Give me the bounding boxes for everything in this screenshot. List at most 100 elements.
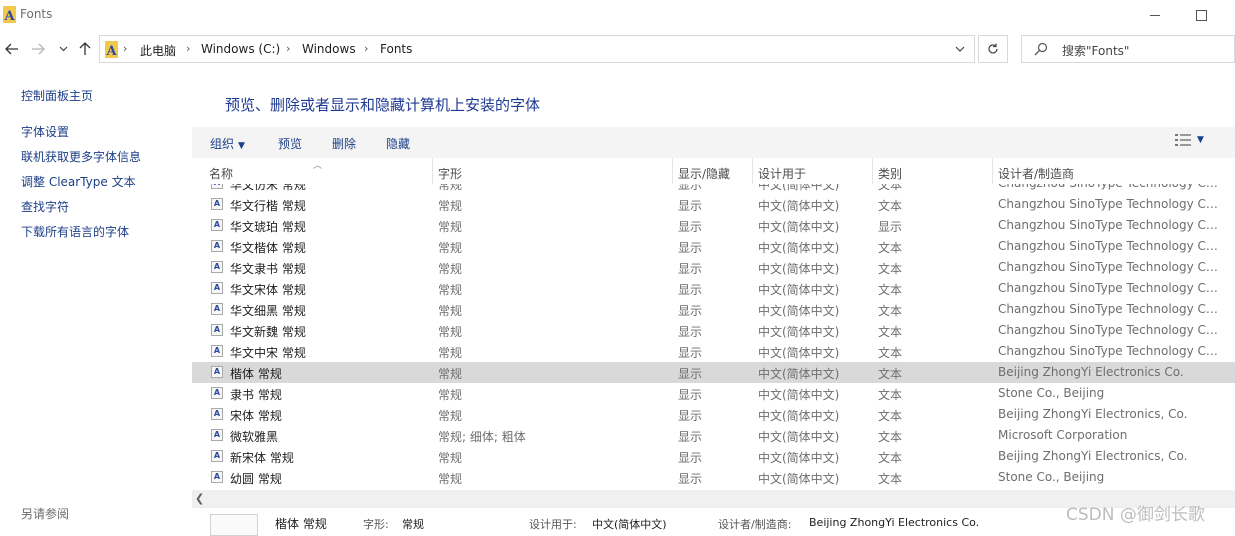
search-input[interactable]: 搜索"Fonts": [1021, 35, 1235, 63]
column-divider[interactable]: [432, 158, 433, 184]
font-designed-for: 中文(简体中文): [758, 241, 840, 255]
font-row[interactable]: A 新宋体 常规 常规 显示 中文(简体中文) 文本 Beijing ZhongYi Ele…: [192, 446, 1235, 467]
font-row[interactable]: A 华文行楷 常规 常规 显示 中文(简体中文) 文本 Changzhou SinoType…: [192, 194, 1235, 215]
font-style: 常规: [438, 388, 463, 402]
font-file-icon: A: [211, 366, 223, 378]
font-file-icon: A: [211, 282, 223, 294]
font-name: 华文隶书 常规: [230, 262, 306, 276]
font-category: 文本: [878, 388, 903, 402]
command-bar: 组织 ▼ 预览 删除 隐藏 ▼: [192, 127, 1235, 158]
font-row[interactable]: A 华文仿宋 常规 常规 显示 中文(简体中文) 文本 Changzhou SinoType…: [192, 184, 1235, 194]
font-list-rows: A华文仿宋 常规常规显示中文(简体中文)文本Changzhou SinoType…: [192, 184, 1235, 488]
column-divider[interactable]: [872, 158, 873, 184]
organize-label: 组织: [210, 137, 235, 151]
font-name: 华文宋体 常规: [230, 283, 306, 297]
organize-button[interactable]: 组织 ▼: [210, 135, 245, 152]
refresh-icon: [988, 43, 998, 54]
font-row[interactable]: A 华文细黑 常规 常规 显示 中文(简体中文) 文本 Changzhou SinoType…: [192, 299, 1235, 320]
chevron-right-icon[interactable]: ›: [123, 42, 127, 55]
column-divider[interactable]: [992, 158, 993, 184]
font-row[interactable]: A 华文隶书 常规 常规 显示 中文(简体中文) 文本 Changzhou SinoType…: [192, 257, 1235, 278]
column-header-designer[interactable]: 设计者/制造商: [998, 165, 1074, 182]
font-visibility: 显示: [678, 241, 703, 255]
font-row[interactable]: A 楷体 常规 常规 显示 中文(简体中文) 文本 Beijing ZhongYi Elec…: [192, 362, 1235, 383]
refresh-button[interactable]: [978, 35, 1008, 63]
window-title: Fonts: [20, 7, 53, 21]
font-row[interactable]: A 微软雅黑 常规; 细体; 粗体 显示 中文(简体中文) 文本 Microsoft Cor…: [192, 425, 1235, 446]
breadcrumb-windows-c[interactable]: Windows (C:): [201, 42, 280, 56]
font-row[interactable]: A 华文宋体 常规 常规 显示 中文(简体中文) 文本 Changzhou SinoType…: [192, 278, 1235, 299]
column-divider[interactable]: [672, 158, 673, 184]
font-designer: Microsoft Corporation: [998, 428, 1128, 442]
breadcrumb-this-pc[interactable]: 此电脑: [140, 42, 176, 59]
address-dropdown-button[interactable]: [950, 40, 970, 58]
breadcrumb-fonts[interactable]: Fonts: [380, 42, 412, 56]
font-designed-for: 中文(简体中文): [758, 388, 840, 402]
column-header-designed-for[interactable]: 设计用于: [758, 165, 806, 182]
font-row[interactable]: A 隶书 常规 常规 显示 中文(简体中文) 文本 Stone Co., Beijing: [192, 383, 1235, 404]
font-row[interactable]: A 华文楷体 常规 常规 显示 中文(简体中文) 文本 Changzhou SinoType…: [192, 236, 1235, 257]
download-all-fonts-link[interactable]: 下载所有语言的字体: [21, 223, 129, 240]
dropdown-icon: ▼: [1197, 135, 1204, 145]
chevron-right-icon[interactable]: ›: [186, 42, 190, 55]
get-more-font-info-link[interactable]: 联机获取更多字体信息: [21, 148, 141, 165]
font-row[interactable]: A 华文中宋 常规 常规 显示 中文(简体中文) 文本 Changzhou SinoType…: [192, 341, 1235, 362]
recent-locations-button[interactable]: [56, 35, 70, 63]
page-heading: 预览、删除或者显示和隐藏计算机上安装的字体: [225, 96, 541, 114]
watermark-text: CSDN @御剑长歌: [1066, 505, 1205, 525]
font-file-icon: A: [211, 387, 223, 399]
maximize-button[interactable]: [1178, 0, 1224, 30]
chevron-right-icon[interactable]: ›: [364, 42, 368, 55]
font-row[interactable]: A 幼圆 常规 常规 显示 中文(简体中文) 文本 Stone Co., Beijing: [192, 467, 1235, 488]
fonts-folder-icon: A: [105, 41, 118, 58]
delete-button[interactable]: 删除: [332, 135, 356, 152]
font-category: 文本: [878, 241, 903, 255]
scroll-left-icon[interactable]: ❮: [195, 492, 204, 505]
font-row[interactable]: A 华文琥珀 常规 常规 显示 中文(简体中文) 显示 Changzhou SinoType…: [192, 215, 1235, 236]
font-row[interactable]: A 宋体 常规 常规 显示 中文(简体中文) 文本 Beijing ZhongYi Elec…: [192, 404, 1235, 425]
font-designed-for: 中文(简体中文): [758, 283, 840, 297]
details-maker-label: 设计者/制造商:: [718, 518, 792, 531]
font-settings-link[interactable]: 字体设置: [21, 123, 69, 140]
font-visibility: 显示: [678, 472, 703, 486]
see-also-heading: 另请参阅: [21, 507, 70, 521]
font-visibility: 显示: [678, 346, 703, 360]
view-options-button[interactable]: ▼: [1175, 134, 1204, 146]
font-style: 常规: [438, 220, 463, 234]
font-visibility: 显示: [678, 220, 703, 234]
font-designed-for: 中文(简体中文): [758, 346, 840, 360]
search-placeholder: 搜索"Fonts": [1062, 44, 1130, 58]
column-header-name[interactable]: 名称: [209, 165, 233, 182]
font-category: 文本: [878, 472, 903, 486]
font-name: 楷体 常规: [230, 367, 282, 381]
address-bar[interactable]: A › 此电脑 › Windows (C:) › Windows › Fonts: [99, 35, 975, 63]
breadcrumb-windows[interactable]: Windows: [302, 42, 356, 56]
column-header-style[interactable]: 字形: [438, 165, 462, 182]
search-icon: [1034, 42, 1048, 56]
back-arrow-icon: [5, 43, 18, 55]
font-file-icon: A: [211, 408, 223, 420]
font-list: A华文仿宋 常规常规显示中文(简体中文)文本Changzhou SinoType…: [192, 184, 1235, 490]
forward-button[interactable]: [28, 35, 48, 63]
maximize-icon: [1195, 9, 1207, 21]
chevron-right-icon[interactable]: ›: [286, 42, 290, 55]
up-button[interactable]: [74, 35, 96, 63]
control-panel-home-link[interactable]: 控制面板主页: [21, 87, 93, 104]
preview-button[interactable]: 预览: [278, 135, 302, 152]
font-style: 常规: [438, 262, 463, 276]
font-row[interactable]: A 华文新魏 常规 常规 显示 中文(简体中文) 文本 Changzhou SinoType…: [192, 320, 1235, 341]
adjust-cleartype-link[interactable]: 调整 ClearType 文本: [21, 173, 136, 190]
back-button[interactable]: [2, 35, 22, 63]
minimize-button[interactable]: [1132, 0, 1178, 30]
font-designed-for: 中文(简体中文): [758, 184, 840, 192]
column-divider[interactable]: [752, 158, 753, 184]
font-designer: Beijing ZhongYi Electronics, Co.: [998, 449, 1188, 463]
find-character-link[interactable]: 查找字符: [21, 198, 69, 215]
font-style: 常规: [438, 346, 463, 360]
column-header-category[interactable]: 类别: [878, 165, 902, 182]
font-name: 华文琥珀 常规: [230, 220, 306, 234]
font-name: 华文仿宋 常规: [230, 184, 306, 192]
font-file-icon: A: [211, 303, 223, 315]
column-header-visibility[interactable]: 显示/隐藏: [678, 165, 730, 182]
hide-button[interactable]: 隐藏: [386, 135, 410, 152]
